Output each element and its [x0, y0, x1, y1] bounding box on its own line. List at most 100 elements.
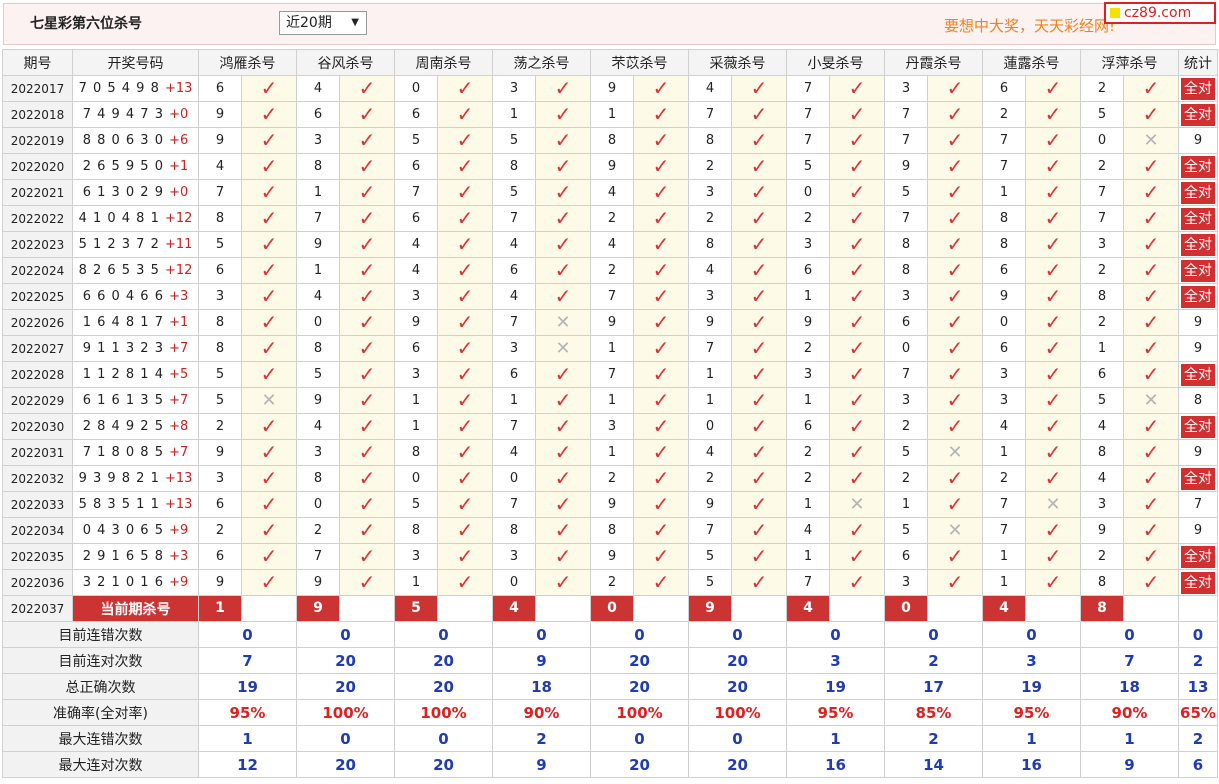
- check-icon: ✓: [358, 570, 376, 594]
- check-icon: ✓: [456, 466, 474, 490]
- check-icon: ✓: [358, 76, 376, 100]
- issue-number: 2022021: [2, 179, 73, 206]
- check-icon: ✓: [1142, 102, 1160, 126]
- correct-mark: ✓: [829, 569, 885, 596]
- check-icon: ✓: [260, 466, 278, 490]
- correct-mark: ✓: [339, 543, 395, 570]
- correct-mark: ✓: [241, 335, 297, 362]
- correct-mark: ✓: [829, 127, 885, 154]
- predicted-kill-number: 5: [1080, 101, 1124, 128]
- check-icon: ✓: [1044, 258, 1062, 282]
- draw-numbers: 7 0 5 4 9 8 +13: [72, 75, 199, 102]
- site-logo[interactable]: cz89.com: [1104, 2, 1216, 24]
- correct-mark: ✓: [927, 465, 983, 492]
- stats-value: 0: [296, 725, 395, 752]
- predicted-kill-number: 6: [198, 491, 242, 518]
- draw-digits: 2 6 5 9 5 0: [82, 159, 164, 174]
- check-icon: ✓: [456, 570, 474, 594]
- check-icon: ✓: [456, 492, 474, 516]
- draw-sum: +6: [169, 133, 189, 148]
- check-icon: ✓: [946, 76, 964, 100]
- correct-mark: ✓: [927, 75, 983, 102]
- period-select[interactable]: 近20期 ▼: [279, 11, 367, 35]
- wrong-mark: ✕: [535, 309, 591, 336]
- draw-numbers: 9 3 9 8 2 1 +13: [72, 465, 199, 492]
- check-icon: ✓: [848, 284, 866, 308]
- correct-mark: ✓: [927, 101, 983, 128]
- correct-mark: ✓: [437, 413, 493, 440]
- check-icon: ✓: [456, 102, 474, 126]
- all-correct-badge: 全对: [1181, 545, 1215, 568]
- row-stat: 9: [1178, 127, 1218, 154]
- correct-mark: ✓: [927, 309, 983, 336]
- predicted-kill-number: 4: [492, 231, 536, 258]
- predicted-kill-number: 2: [688, 465, 732, 492]
- stats-value: 90%: [492, 699, 591, 726]
- predicted-kill-number: 1: [982, 179, 1026, 206]
- check-icon: ✓: [848, 440, 866, 464]
- predicted-kill-number: 4: [296, 413, 340, 440]
- check-icon: ✓: [652, 206, 670, 230]
- correct-mark: ✓: [339, 309, 395, 336]
- predicted-kill-number: 8: [590, 517, 634, 544]
- correct-mark: ✓: [1123, 75, 1179, 102]
- correct-mark: ✓: [829, 465, 885, 492]
- check-icon: ✓: [554, 466, 572, 490]
- correct-mark: ✓: [437, 75, 493, 102]
- predicted-kill-number: 7: [786, 75, 830, 102]
- stats-value: 100%: [688, 699, 787, 726]
- stats-value: 3: [982, 647, 1081, 674]
- predicted-kill-number: 1: [590, 439, 634, 466]
- draw-sum: +9: [169, 523, 189, 538]
- col-expert-header: 谷风杀号: [296, 49, 395, 76]
- table-row: 2022023 5 1 2 3 7 2 +11 5 ✓ 9 ✓ 4 ✓ 4 ✓ 4 ✓ 8 ✓ 3 ✓ 8 ✓ 8 ✓…: [2, 231, 1218, 258]
- correct-mark: ✓: [437, 543, 493, 570]
- correct-mark: ✓: [437, 205, 493, 232]
- predicted-kill-number: 1: [884, 491, 928, 518]
- issue-number: 2022028: [2, 361, 73, 388]
- correct-mark: ✓: [535, 491, 591, 518]
- predicted-kill-number: 8: [1080, 569, 1124, 596]
- stats-value: 2: [492, 725, 591, 752]
- correct-mark: ✓: [829, 101, 885, 128]
- predicted-kill-number: 9: [982, 283, 1026, 310]
- correct-mark: ✓: [731, 101, 787, 128]
- correct-mark: ✓: [633, 569, 689, 596]
- correct-mark: ✓: [731, 465, 787, 492]
- stats-value: 18: [492, 673, 591, 700]
- check-icon: ✓: [1142, 310, 1160, 334]
- correct-mark: ✓: [535, 101, 591, 128]
- correct-mark: ✓: [437, 309, 493, 336]
- all-correct-badge: 全对: [1181, 259, 1215, 282]
- draw-digits: 5 1 2 3 7 2: [78, 237, 160, 252]
- correct-mark: ✓: [339, 75, 395, 102]
- draw-numbers: 7 4 9 4 7 3 +0: [72, 101, 199, 128]
- predicted-kill-number: 3: [590, 413, 634, 440]
- draw-sum: +11: [165, 237, 193, 252]
- correct-mark: ✓: [1123, 101, 1179, 128]
- cross-icon: ✕: [947, 519, 963, 541]
- current-kill-number: 0: [885, 596, 927, 621]
- predicted-kill-number: 7: [590, 283, 634, 310]
- check-icon: ✓: [1044, 310, 1062, 334]
- check-icon: ✓: [554, 570, 572, 594]
- predicted-kill-number: 7: [1080, 205, 1124, 232]
- check-icon: ✓: [1142, 518, 1160, 542]
- correct-mark: ✓: [339, 465, 395, 492]
- row-stat: 9: [1178, 309, 1218, 336]
- predicted-kill-number: 0: [688, 413, 732, 440]
- table-row: 2022033 5 8 3 5 1 1 +13 6 ✓ 0 ✓ 5 ✓ 7 ✓ 9 ✓ 9 ✓ 1 ✕ 1 ✓ 7 ✕…: [2, 491, 1218, 518]
- wrong-mark: ✕: [1123, 127, 1179, 154]
- stats-label: 准确率(全对率): [2, 699, 199, 726]
- check-icon: ✓: [848, 154, 866, 178]
- check-icon: ✓: [750, 492, 768, 516]
- table-row: 2022034 0 4 3 0 6 5 +9 2 ✓ 2 ✓ 8 ✓ 8 ✓ 8 ✓ 7 ✓ 4 ✓ 5 ✕ 7 ✓ 9…: [2, 517, 1218, 544]
- current-stat-cell: [1178, 595, 1218, 622]
- predicted-kill-number: 3: [492, 335, 536, 362]
- check-icon: ✓: [1142, 180, 1160, 204]
- draw-digits: 2 8 4 9 2 5: [82, 419, 164, 434]
- row-stat: 全对: [1178, 283, 1218, 310]
- check-icon: ✓: [1142, 336, 1160, 360]
- slogan-link[interactable]: 要想中大奖，天天彩经网!: [944, 15, 1115, 36]
- predicted-kill-number: 8: [394, 517, 438, 544]
